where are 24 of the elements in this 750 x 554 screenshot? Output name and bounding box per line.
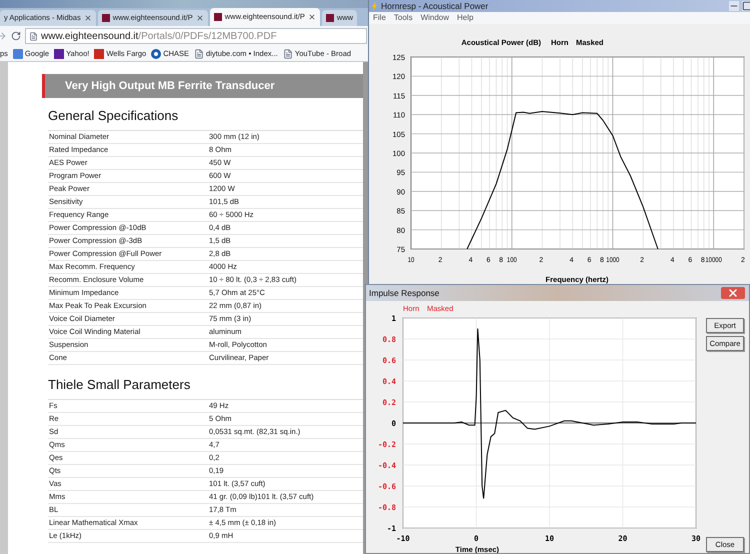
maximize-icon[interactable]: [742, 1, 750, 11]
favicon: [326, 14, 334, 22]
menu-item[interactable]: Help: [457, 12, 474, 24]
address-bar[interactable]: www.eighteensound.it/Portals/0/PDFs/12MB700.PDF: [25, 28, 367, 44]
page-icon: [29, 32, 38, 40]
title-bar: Impulse Response: [366, 285, 749, 301]
close-icon[interactable]: [84, 14, 92, 22]
section-heading: Thiele Small Parameters: [48, 376, 192, 394]
close-icon[interactable]: [196, 14, 204, 22]
menu-item[interactable]: File: [373, 12, 386, 24]
title-banner: Very High Output MB Ferrite Transducer: [42, 74, 363, 98]
menu-item[interactable]: Tools: [394, 12, 413, 24]
minimize-icon[interactable]: [729, 1, 739, 11]
section-heading: General Specifications: [48, 107, 180, 125]
page-icon: [194, 48, 204, 58]
close-icon[interactable]: [308, 13, 316, 21]
page-icon: [282, 48, 293, 58]
favicon: [102, 14, 110, 22]
lightning-icon: [371, 1, 378, 11]
menu-item[interactable]: Window: [420, 12, 450, 24]
close-icon[interactable]: [721, 287, 745, 299]
title-bar: Hornresp - Acoustical Power: [369, 0, 750, 12]
reload-icon[interactable]: [11, 31, 21, 41]
favicon: [214, 13, 222, 21]
